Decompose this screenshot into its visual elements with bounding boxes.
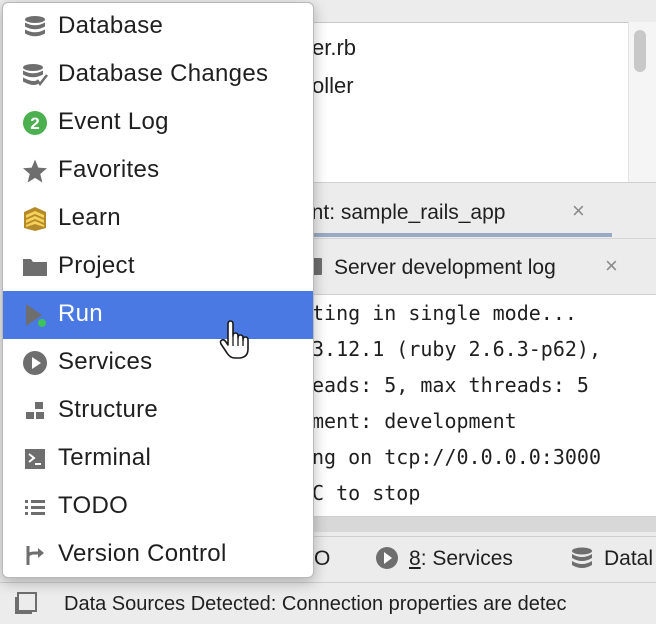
editor-scroll-thumb[interactable] [634,30,646,72]
services-icon [374,545,400,577]
tab-close-icon[interactable]: × [572,198,585,224]
folder-icon [22,255,48,279]
menu-item-label: Database [58,12,164,39]
todo-icon [22,495,48,519]
learn-icon [22,207,48,231]
console-line: ng on tcp://0.0.0.0:3000 [312,445,601,469]
status-bar: Data Sources Detected: Connection proper… [0,582,656,624]
console-line: ting in single mode... [312,301,577,325]
menu-item-database-changes[interactable]: Database Changes [3,51,313,99]
menu-item-label: Structure [58,396,159,423]
menu-item-label: Database Changes [58,60,269,87]
star-icon [22,159,48,183]
menu-item-learn[interactable]: Learn [3,195,313,243]
database-tool-button[interactable]: Datal [604,547,653,571]
console-line: C to stop [312,481,421,505]
tab-close-icon[interactable]: × [605,253,618,279]
status-message[interactable]: Data Sources Detected: Connection proper… [64,593,567,616]
menu-item-terminal[interactable]: Terminal [3,435,313,483]
tab-run-config[interactable]: ent: sample_rails_app [300,201,505,225]
menu-item-structure[interactable]: Structure [3,387,313,435]
editor-line: oller [312,73,354,98]
menu-item-todo[interactable]: TODO [3,483,313,531]
editor-line: er.rb [312,35,357,60]
version-control-icon [22,543,48,567]
tool-window-bar: O 8: Services Datal [300,536,656,580]
run-icon [22,303,48,328]
menu-item-label: Services [58,348,153,375]
database-icon [22,15,48,39]
database-icon [570,546,594,578]
todo-tool-button[interactable]: O [314,547,330,571]
menu-item-run[interactable]: Run [3,291,313,339]
tab-server-log[interactable]: Server development log [334,256,556,280]
tool-windows-popup-menu: Database Database Changes 2 Event Log Fa… [2,2,314,578]
menu-item-label: Event Log [58,108,169,135]
event-log-icon: 2 [22,111,48,135]
run-tab-bar: ent: sample_rails_app × [300,182,656,238]
services-number: 8 [409,547,421,570]
menu-item-label: Run [58,300,103,327]
menu-item-label: Terminal [58,444,152,471]
services-icon [22,351,48,375]
menu-item-services[interactable]: Services [3,339,313,387]
menu-item-database[interactable]: Database [3,3,313,51]
services-tool-button[interactable]: 8: Services [409,547,513,571]
editor-area[interactable]: er.rb oller [300,22,628,182]
menu-item-label: Learn [58,204,121,231]
menu-item-project[interactable]: Project [3,243,313,291]
menu-item-label: Favorites [58,156,160,183]
services-label: : Services [420,547,513,570]
console-output[interactable]: ting in single mode... 3.12.1 (ruby 2.6.… [300,294,656,516]
menu-item-favorites[interactable]: Favorites [3,147,313,195]
console-line: ment: development [312,409,517,433]
log-tab-bar: Server development log × [300,238,656,294]
menu-item-label: Version Control [58,540,227,567]
database-changes-icon [22,63,48,87]
console-line: eads: 5, max threads: 5 [312,373,589,397]
menu-item-label: Project [58,252,135,279]
active-tab-underline [300,233,612,237]
menu-item-version-control[interactable]: Version Control [3,531,313,577]
hand-cursor-icon [219,320,249,359]
terminal-icon [22,447,48,471]
event-log-badge: 2 [30,114,39,133]
console-hscrollbar[interactable] [300,516,656,532]
structure-icon [22,399,48,423]
menu-item-event-log[interactable]: 2 Event Log [3,99,313,147]
console-line: 3.12.1 (ruby 2.6.3-p62), [312,337,601,361]
toggle-tool-windows-icon[interactable] [14,591,38,615]
menu-item-label: TODO [58,492,129,519]
